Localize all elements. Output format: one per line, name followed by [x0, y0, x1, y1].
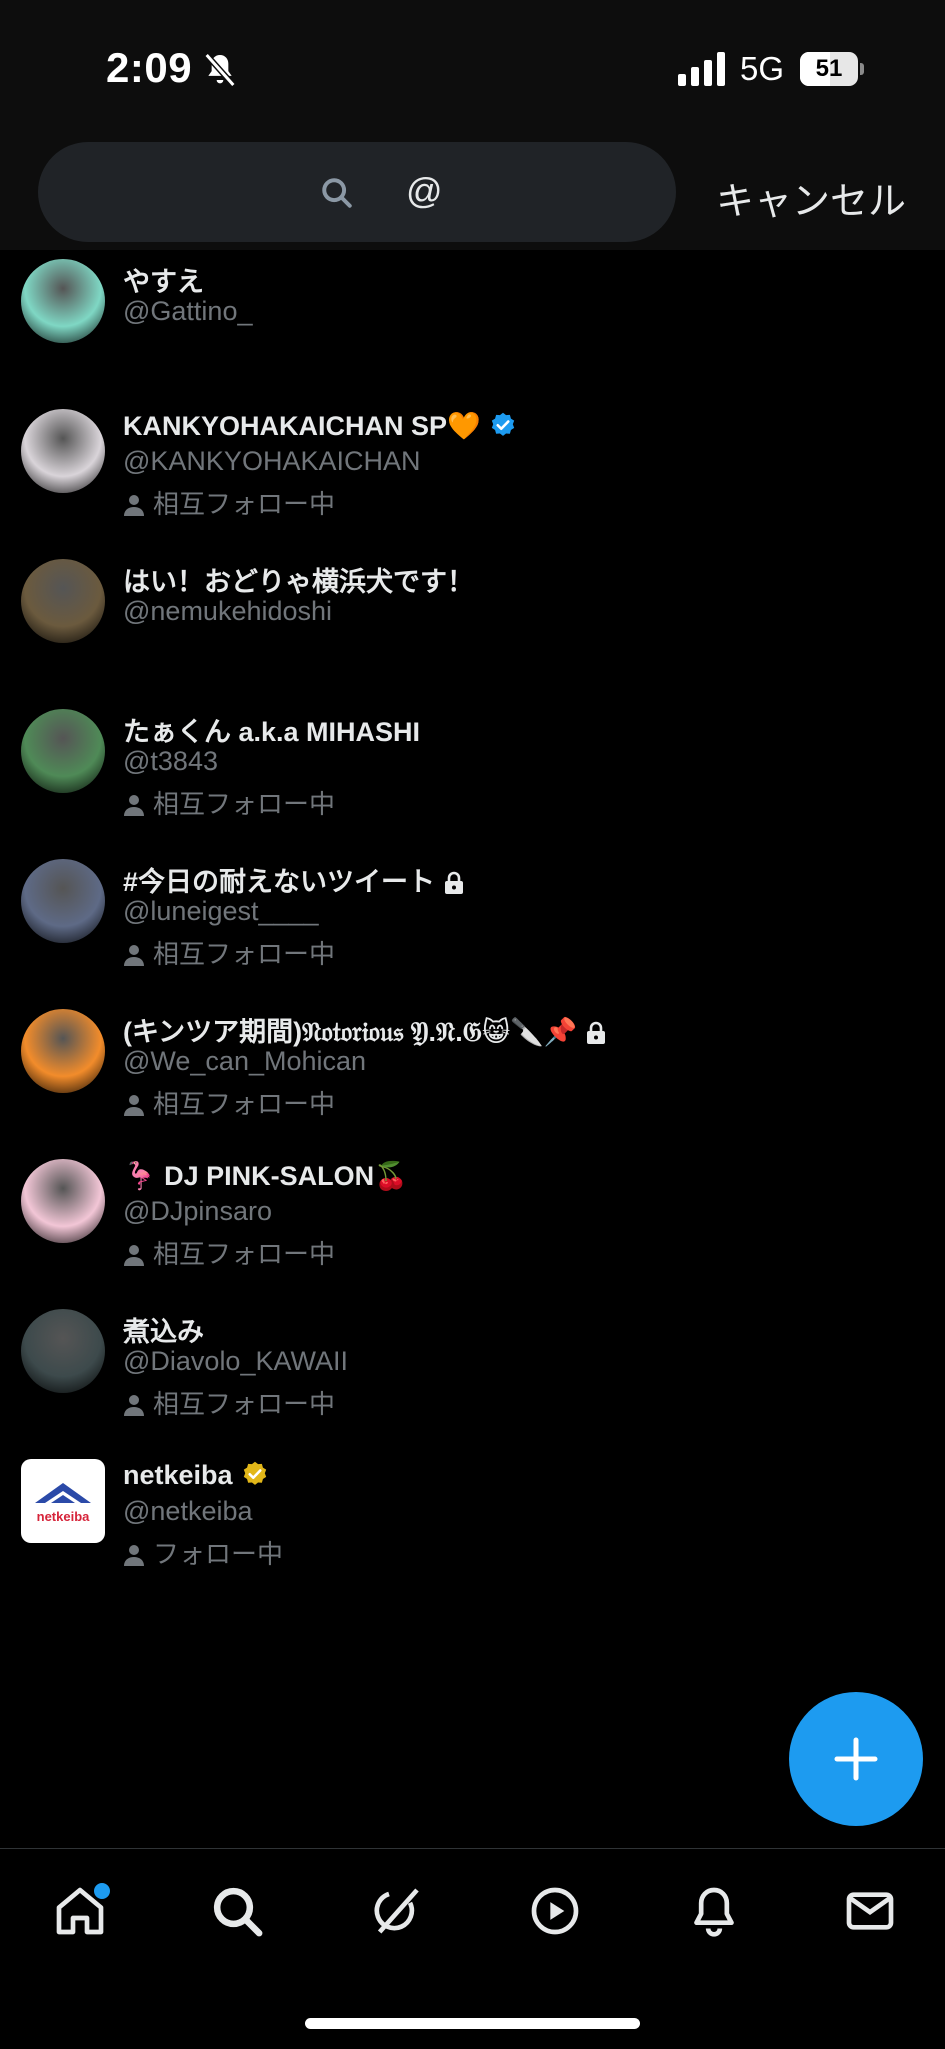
display-name-text: #今日の耐えないツイート	[123, 867, 436, 897]
display-name-text: 🦩 DJ PINK-SALON🍒	[123, 1161, 408, 1191]
plus-icon	[834, 1737, 878, 1781]
lock-icon	[443, 871, 465, 902]
user-handle: @t3843	[123, 746, 218, 776]
user-handle: @Diavolo_KAWAII	[123, 1346, 348, 1376]
search-header: @ キャンセル	[0, 140, 945, 250]
avatar[interactable]	[21, 1309, 105, 1393]
home-indicator	[305, 2018, 640, 2029]
new-content-dot	[92, 1881, 112, 1901]
person-icon	[123, 792, 145, 816]
user-handle: @Gattino_	[123, 296, 253, 326]
user-result-row[interactable]: やすえ @Gattino_	[0, 250, 945, 400]
grok-icon	[374, 1888, 419, 1934]
avatar[interactable]	[21, 709, 105, 793]
status-bar: 2:09 5G 51	[0, 0, 945, 140]
battery-level: 51	[815, 55, 843, 82]
person-icon	[123, 492, 145, 516]
person-icon	[123, 1542, 145, 1566]
follow-status: フォロー中	[123, 1534, 283, 1571]
lock-icon	[585, 1021, 607, 1052]
display-name: やすえ	[123, 260, 204, 299]
follow-status: 相互フォロー中	[123, 784, 335, 821]
follow-status: 相互フォロー中	[123, 484, 335, 521]
avatar[interactable]	[21, 1159, 105, 1243]
user-result-row[interactable]: たぁくん a.k.a MIHASHI @t3843 相互フォロー中	[0, 700, 945, 850]
display-name-text: (キンツア期間)𝔑𝔬𝔱𝔬𝔯𝔦𝔬𝔲𝔰 𝔜.𝔑.𝔊😸🔪📌	[123, 1017, 578, 1047]
tab-search[interactable]	[205, 1879, 269, 1943]
display-name-text: たぁくん a.k.a MIHASHI	[123, 717, 421, 747]
user-handle: @KANKYOHAKAICHAN	[123, 446, 421, 476]
display-name: 煮込み	[123, 1310, 204, 1349]
display-name-text: はい！おどりゃ横浜犬です！	[123, 567, 474, 597]
verified-gold-icon	[241, 1460, 269, 1495]
user-result-row[interactable]: netkeiba netkeiba @netkeiba フォロー中	[0, 1450, 945, 1600]
user-result-row[interactable]: 煮込み @Diavolo_KAWAII 相互フォロー中	[0, 1300, 945, 1450]
follow-status-text: 相互フォロー中	[153, 789, 336, 819]
follow-status-text: 相互フォロー中	[153, 1239, 336, 1269]
user-handle: @We_can_Mohican	[123, 1046, 367, 1076]
verified-blue-icon	[489, 411, 517, 446]
avatar[interactable]	[21, 1009, 105, 1093]
search-query[interactable]: @	[406, 170, 443, 212]
tab-home[interactable]	[48, 1879, 112, 1943]
logo-text: netkeiba	[37, 1509, 91, 1524]
tab-grok[interactable]	[364, 1879, 428, 1943]
user-result-row[interactable]: #今日の耐えないツイート @luneigest____ 相互フォロー中	[0, 850, 945, 1000]
user-handle: @nemukehidoshi	[123, 596, 333, 626]
search-icon	[213, 1887, 263, 1937]
avatar[interactable]	[21, 559, 105, 643]
compose-button[interactable]	[789, 1692, 923, 1826]
notifications-icon	[694, 1887, 734, 1937]
display-name: はい！おどりゃ横浜犬です！	[123, 560, 474, 599]
video-icon	[531, 1887, 579, 1935]
display-name: たぁくん a.k.a MIHASHI	[123, 710, 420, 749]
user-result-row[interactable]: 🦩 DJ PINK-SALON🍒 @DJpinsaro 相互フォロー中	[0, 1150, 945, 1300]
avatar[interactable]	[21, 409, 105, 493]
avatar[interactable]: netkeiba	[21, 1459, 105, 1543]
follow-status-text: 相互フォロー中	[153, 1089, 336, 1119]
tab-video[interactable]	[523, 1879, 587, 1943]
user-result-row[interactable]: はい！おどりゃ横浜犬です！ @nemukehidoshi	[0, 550, 945, 700]
display-name-text: netkeiba	[123, 1460, 233, 1490]
search-input[interactable]: @	[38, 142, 676, 242]
follow-status-text: 相互フォロー中	[153, 1389, 336, 1419]
user-handle: @netkeiba	[123, 1496, 253, 1526]
follow-status: 相互フォロー中	[123, 1084, 335, 1121]
display-name-text: KANKYOHAKAICHAN SP🧡	[123, 411, 481, 441]
user-handle: @DJpinsaro	[123, 1196, 272, 1226]
user-result-row[interactable]: KANKYOHAKAICHAN SP🧡 @KANKYOHAKAICHAN 相互フォロ…	[0, 400, 945, 550]
display-name-text: 煮込み	[123, 1317, 204, 1347]
avatar[interactable]	[21, 259, 105, 343]
follow-status: 相互フォロー中	[123, 1384, 335, 1421]
tab-messages[interactable]	[838, 1879, 902, 1943]
battery-icon: 51	[800, 52, 864, 86]
display-name: KANKYOHAKAICHAN SP🧡	[123, 410, 517, 446]
display-name: 🦩 DJ PINK-SALON🍒	[123, 1160, 408, 1192]
search-icon	[322, 178, 352, 208]
bell-muted-icon	[204, 53, 236, 87]
avatar[interactable]	[21, 859, 105, 943]
search-results-list: やすえ @Gattino_ KANKYOHAKAICHAN SP🧡 @KANKYOHA…	[0, 250, 945, 1600]
cancel-button[interactable]: キャンセル	[716, 170, 906, 225]
follow-status-text: フォロー中	[153, 1539, 284, 1569]
messages-icon	[846, 1892, 894, 1930]
person-icon	[123, 942, 145, 966]
follow-status: 相互フォロー中	[123, 1234, 335, 1271]
follow-status-text: 相互フォロー中	[153, 939, 336, 969]
tab-notifications[interactable]	[682, 1879, 746, 1943]
display-name-text: やすえ	[123, 267, 204, 297]
user-result-row[interactable]: (キンツア期間)𝔑𝔬𝔱𝔬𝔯𝔦𝔬𝔲𝔰 𝔜.𝔑.𝔊😸🔪📌 @We_can_Mohica…	[0, 1000, 945, 1150]
network-type: 5G	[740, 50, 785, 87]
follow-status: 相互フォロー中	[123, 934, 335, 971]
status-time: 2:09	[106, 44, 193, 91]
person-icon	[123, 1092, 145, 1116]
person-icon	[123, 1242, 145, 1266]
follow-status-text: 相互フォロー中	[153, 489, 336, 519]
person-icon	[123, 1392, 145, 1416]
display-name: netkeiba	[123, 1460, 269, 1495]
cellular-signal-icon	[678, 52, 725, 86]
user-handle: @luneigest____	[123, 896, 319, 926]
